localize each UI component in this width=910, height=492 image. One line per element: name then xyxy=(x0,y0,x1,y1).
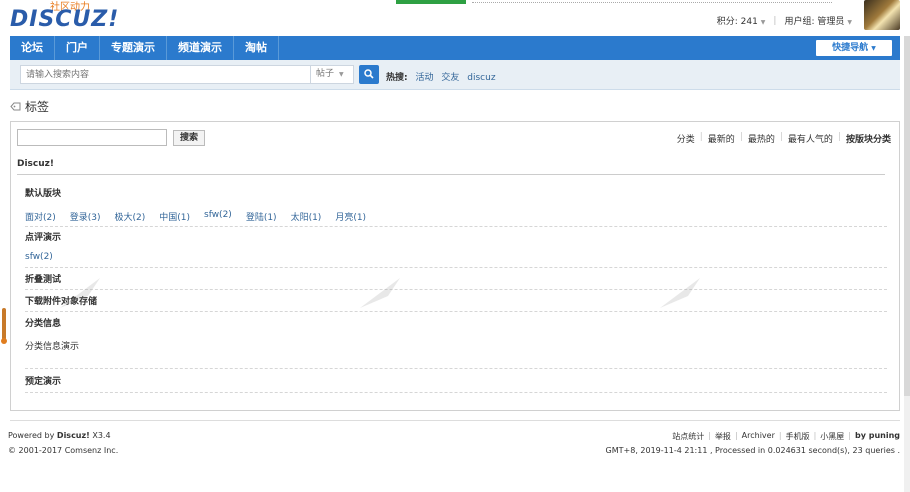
user-box: 积分: 241 ▼ | 用户组: 管理员 ▼ xyxy=(716,14,852,28)
slider-knob[interactable] xyxy=(1,338,7,344)
avatar[interactable] xyxy=(864,0,900,30)
chevron-down-icon: ▼ xyxy=(339,71,344,78)
section-title: 分类信息 xyxy=(25,319,62,329)
main-nav: 论坛 门户 专题演示 频道演示 淘帖 快捷导航 ▼ xyxy=(10,36,900,60)
tag-link[interactable]: 登陆(1) xyxy=(246,210,277,223)
tag-tabs: 分类 | 最新的 | 最热的 | 最有人气的 | 按版块分类 xyxy=(676,132,891,145)
scrollbar-thumb[interactable] xyxy=(904,36,910,396)
status-indicator xyxy=(396,0,466,4)
tag-section: 折叠测试 xyxy=(25,274,887,290)
page-title: 标签 xyxy=(10,98,49,115)
tag-link[interactable]: sfw(2) xyxy=(25,252,53,262)
tag-section: 分类信息 分类信息演示 xyxy=(25,318,887,369)
footer-links: 站点统计 | 举报 | Archiver | 手机版 | 小黑屋 | by puning xyxy=(672,431,900,442)
section-title: 默认版块 xyxy=(25,189,62,199)
search-button[interactable] xyxy=(359,65,379,84)
tag-section: 默认版块 面对(2) 登录(3) 极大(2) 中国(1) sfw(2) 登陆(1… xyxy=(25,188,887,227)
powered-by: Powered by Discuz! X3.4 xyxy=(8,431,111,440)
category-title: Discuz! xyxy=(17,159,54,169)
footer-link-blacklist[interactable]: 小黑屋 xyxy=(820,431,844,442)
tag-panel: 搜索 分类 | 最新的 | 最热的 | 最有人气的 | 按版块分类 Discuz! 默认… xyxy=(10,121,900,411)
chevron-down-icon: ▼ xyxy=(760,19,766,26)
usergroup-menu[interactable]: 用户组: 管理员 ▼ xyxy=(784,14,852,27)
tab-category[interactable]: 分类 xyxy=(677,132,695,145)
tag-link[interactable]: 月亮(1) xyxy=(335,210,366,223)
tab-most-popular[interactable]: 最有人气的 xyxy=(788,132,833,145)
tab-by-forum[interactable]: 按版块分类 xyxy=(846,132,891,145)
powered-brand[interactable]: Discuz! xyxy=(57,431,90,440)
section-title: 下载附件对象存储 xyxy=(25,297,98,307)
tab-hottest[interactable]: 最热的 xyxy=(748,132,775,145)
tag-list: sfw(2) xyxy=(25,252,67,262)
vertical-scrollbar[interactable] xyxy=(904,36,910,492)
tag-link[interactable]: sfw(2) xyxy=(204,210,232,223)
tag-search-button[interactable]: 搜索 xyxy=(173,130,205,146)
chevron-down-icon: ▼ xyxy=(847,19,852,26)
tag-section: 预定演示 xyxy=(25,376,887,393)
top-strip xyxy=(360,0,840,4)
hot-search: 热搜: 活动 交友 discuz xyxy=(386,70,501,83)
section-title: 预定演示 xyxy=(25,377,62,387)
hot-search-term[interactable]: discuz xyxy=(467,73,495,83)
points-menu[interactable]: 积分: 241 ▼ xyxy=(717,14,766,27)
hot-search-term[interactable]: 交友 xyxy=(441,73,459,83)
tag-link[interactable]: 中国(1) xyxy=(159,210,190,223)
search-type-select[interactable]: 帖子 ▼ xyxy=(310,65,354,84)
footer-link-mobile[interactable]: 手机版 xyxy=(786,431,810,442)
tag-list: 面对(2) 登录(3) 极大(2) 中国(1) sfw(2) 登陆(1) 太阳(… xyxy=(25,210,380,223)
nav-item-collection[interactable]: 淘帖 xyxy=(234,36,279,60)
header: 社区动力 DISCUZ! 积分: 241 ▼ | 用户组: 管理员 ▼ xyxy=(0,0,910,36)
section-title: 点评演示 xyxy=(25,233,62,243)
search-bar: 帖子▼ 热搜: 活动 交友 discuz xyxy=(10,60,900,90)
tag-link[interactable]: 太阳(1) xyxy=(291,210,322,223)
footer-by: by puning xyxy=(854,431,900,440)
nav-item-forum[interactable]: 论坛 xyxy=(10,36,55,60)
nav-item-portal[interactable]: 门户 xyxy=(55,36,100,60)
logo-brand: DISCUZ! xyxy=(10,7,120,32)
nav-item-channel-demo[interactable]: 频道演示 xyxy=(167,36,234,60)
nav-item-topic-demo[interactable]: 专题演示 xyxy=(100,36,167,60)
tag-icon xyxy=(10,102,21,111)
tag-section: 点评演示 sfw(2) xyxy=(25,232,887,268)
tag-link[interactable]: 极大(2) xyxy=(115,210,146,223)
footer-link-archiver[interactable]: Archiver xyxy=(742,431,775,442)
quick-nav-button[interactable]: 快捷导航 ▼ xyxy=(816,40,892,56)
tag-link[interactable]: 登录(3) xyxy=(70,210,101,223)
footer-link-stats[interactable]: 站点统计 xyxy=(672,431,704,442)
hot-search-term[interactable]: 活动 xyxy=(415,73,433,83)
tag-search-input[interactable] xyxy=(17,129,167,146)
section-title: 折叠测试 xyxy=(25,275,62,285)
section-text: 分类信息演示 xyxy=(25,342,80,352)
copyright: © 2001-2017 Comsenz Inc. xyxy=(8,446,119,455)
hot-search-label: 热搜: xyxy=(386,73,408,83)
tag-section: 下载附件对象存储 xyxy=(25,296,887,312)
search-icon xyxy=(364,69,374,79)
caret-down-icon: ▼ xyxy=(871,45,876,52)
tag-link[interactable]: 面对(2) xyxy=(25,210,56,223)
search-input[interactable] xyxy=(20,65,320,84)
footer-link-report[interactable]: 举报 xyxy=(715,431,731,442)
tab-newest[interactable]: 最新的 xyxy=(708,132,735,145)
left-slider[interactable] xyxy=(1,308,7,344)
footer-gmt: GMT+8, 2019-11-4 21:11 , Processed in 0.… xyxy=(605,446,900,455)
